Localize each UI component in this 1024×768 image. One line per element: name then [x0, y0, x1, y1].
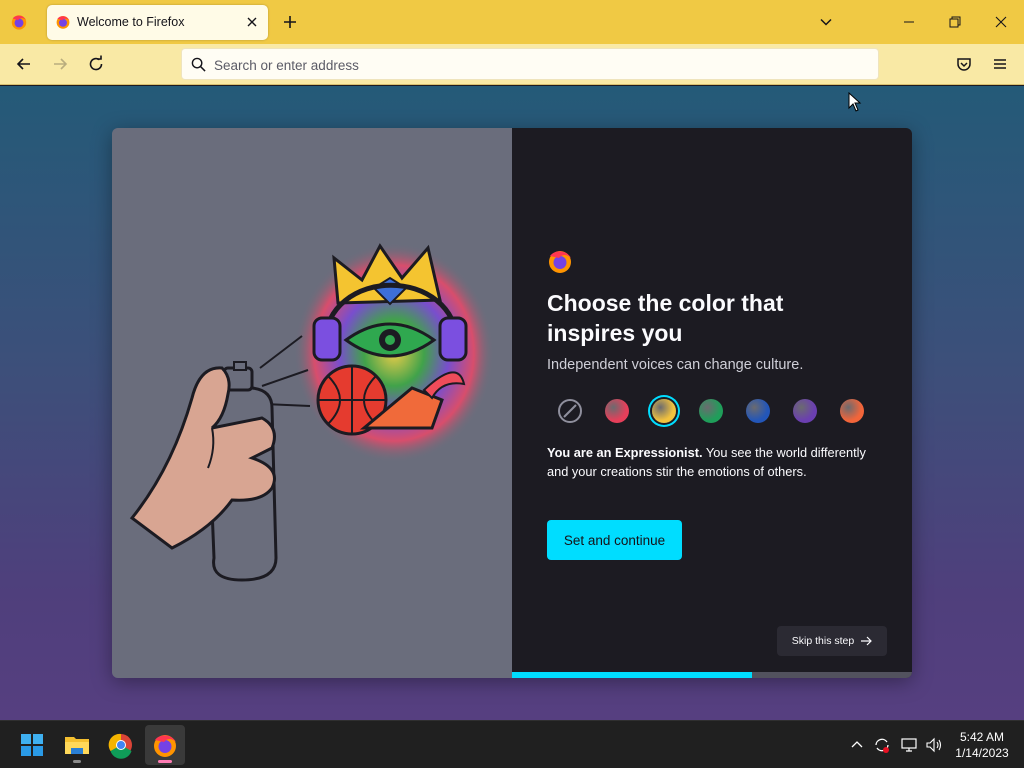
menu-icon[interactable] [990, 54, 1010, 74]
clock-time: 5:42 AM [959, 730, 1005, 744]
skip-step-label: Skip this step [791, 635, 855, 647]
volume-icon[interactable] [925, 736, 943, 754]
colorway-yellow-swatch[interactable] [652, 399, 676, 423]
forward-icon[interactable] [50, 54, 70, 74]
close-tab-icon[interactable] [244, 14, 260, 30]
colorway-red-swatch[interactable] [605, 399, 629, 423]
page-content: Choose the color that inspires you Indep… [0, 86, 1024, 720]
onboarding-progress [512, 672, 912, 678]
illustration-panel [112, 128, 512, 678]
running-indicator [73, 760, 81, 763]
chrome-icon [108, 733, 132, 759]
restore-icon[interactable] [945, 12, 965, 32]
clock-date: 1/14/2023 [955, 746, 1009, 760]
colorway-purple-swatch[interactable] [793, 399, 817, 423]
colorway-green-swatch[interactable] [699, 399, 723, 423]
nav-bar [0, 44, 1024, 85]
taskbar-file-explorer[interactable] [57, 725, 97, 765]
arrow-right-icon [861, 636, 873, 646]
colorway-title: You are an Expressionist. [547, 445, 703, 460]
page-title: Choose the color that inspires you [547, 290, 784, 346]
firefox-view-icon[interactable] [10, 13, 28, 31]
back-icon[interactable] [14, 54, 34, 74]
tab-strip: Welcome to Firefox [0, 0, 1024, 44]
list-all-tabs-icon[interactable] [817, 13, 835, 31]
active-indicator [158, 760, 172, 763]
new-tab-icon[interactable] [280, 12, 300, 32]
address-input[interactable] [214, 55, 854, 75]
spray-can-illustration [129, 243, 494, 582]
search-icon [191, 57, 206, 72]
onboarding-panel: Choose the color that inspires you Indep… [512, 128, 912, 678]
minimize-icon[interactable] [899, 12, 919, 32]
mouse-cursor-icon [848, 92, 862, 112]
taskbar: 5:42 AM 1/14/2023 [0, 720, 1024, 768]
colorway-none-swatch[interactable] [558, 399, 582, 423]
firefox-logo-icon [549, 251, 571, 273]
tab-title: Welcome to Firefox [77, 15, 185, 29]
tab-welcome[interactable]: Welcome to Firefox [47, 5, 268, 40]
pocket-icon[interactable] [954, 54, 974, 74]
onboarding-progress-fill [512, 672, 752, 678]
colorway-description: You are an Expressionist. You see the wo… [547, 443, 882, 481]
file-explorer-icon [65, 737, 89, 754]
colorway-orange-swatch[interactable] [840, 399, 864, 423]
page-subtitle: Independent voices can change culture. [547, 357, 804, 373]
chevron-up-icon[interactable] [848, 736, 866, 754]
no-color-icon [563, 404, 577, 418]
system-clock[interactable]: 5:42 AM 1/14/2023 [950, 729, 1014, 761]
set-and-continue-button[interactable]: Set and continue [547, 520, 682, 560]
colorway-picker [547, 396, 887, 426]
onboarding-card: Choose the color that inspires you Indep… [112, 128, 912, 678]
firefox-favicon-icon [56, 16, 70, 29]
start-icon [21, 734, 43, 756]
skip-step-button[interactable]: Skip this step [777, 626, 887, 656]
taskbar-firefox[interactable] [145, 725, 185, 765]
colorway-blue-swatch[interactable] [746, 399, 770, 423]
taskbar-chrome[interactable] [101, 725, 141, 765]
reload-icon[interactable] [86, 54, 106, 74]
close-window-icon[interactable] [991, 12, 1011, 32]
network-icon[interactable] [900, 736, 918, 754]
sync-icon[interactable] [873, 736, 891, 754]
start-button[interactable] [12, 725, 52, 765]
url-bar[interactable] [181, 48, 879, 80]
firefox-icon [154, 735, 176, 757]
